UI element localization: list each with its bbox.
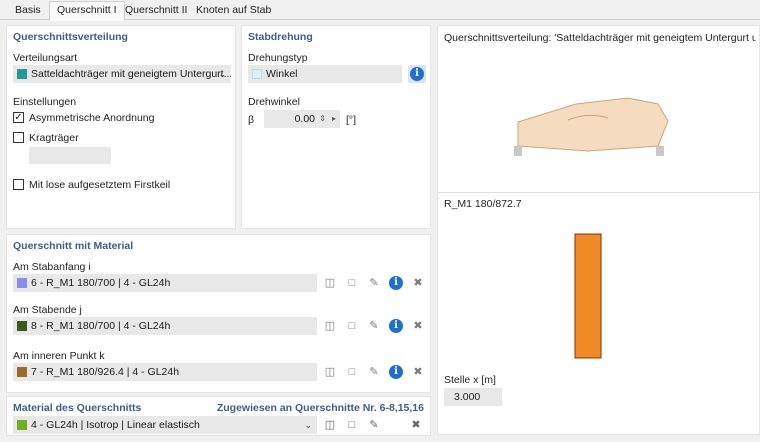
color-swatch — [17, 69, 27, 79]
drehwinkel-label: Drehwinkel — [248, 96, 300, 108]
tab-querschnitt-i[interactable]: Querschnitt I — [49, 1, 125, 21]
divider — [438, 192, 759, 193]
zugewiesen-label: Zugewiesen an Querschnitte Nr. 6-8,15,16 — [216, 402, 424, 414]
preview-panel: Querschnittsverteilung: 'Satteldachträge… — [437, 25, 760, 435]
section-value: 6 - R_M1 180/700 | 4 - GL24h — [31, 277, 171, 289]
tab-basis[interactable]: Basis — [8, 2, 48, 20]
book-icon: ◫ — [324, 419, 336, 431]
color-swatch — [252, 69, 262, 79]
library-button[interactable]: ◫ — [320, 274, 340, 292]
panel-stabdrehung: Stabdrehung Drehungstyp Winkel i Drehwin… — [241, 25, 431, 229]
panel-title: Querschnittsverteilung — [13, 31, 128, 43]
info-icon: i — [410, 67, 424, 81]
color-swatch — [17, 420, 27, 430]
section-select[interactable]: 8 - R_M1 180/700 | 4 - GL24h — [13, 317, 317, 335]
delete-icon: ✖ — [411, 419, 421, 431]
panel-material: Material des Querschnitts Zugewiesen an … — [6, 396, 431, 436]
drehwinkel-input[interactable]: 0.00 ⇕ ▸ — [264, 110, 340, 128]
color-swatch — [17, 321, 27, 331]
verteilungsart-value: Satteldachträger mit geneigtem Untergurt… — [31, 68, 231, 80]
beta-symbol: β — [248, 114, 255, 126]
tab-querschnitt-ii[interactable]: Querschnitt II — [118, 2, 194, 20]
drehungstyp-label: Drehungstyp — [248, 52, 308, 64]
section-rect — [574, 233, 602, 359]
chevron-down-icon: ⌄ — [304, 420, 312, 430]
delete-button[interactable]: ✖ — [408, 317, 428, 335]
verteilungsart-label: Verteilungsart — [13, 52, 78, 64]
delete-button[interactable]: ✖ — [408, 274, 428, 292]
info-button[interactable]: i — [386, 317, 406, 335]
preview-title: Querschnittsverteilung: 'Satteldachträge… — [444, 32, 756, 44]
section-select[interactable]: 7 - R_M1 180/926.4 | 4 - GL24h — [13, 363, 317, 381]
material-edit-button[interactable]: ✎ — [364, 416, 384, 434]
verteilungsart-select[interactable]: Satteldachträger mit geneigtem Untergurt… — [13, 65, 231, 83]
info-button[interactable]: i — [386, 274, 406, 292]
new-icon: □ — [348, 419, 356, 431]
stelle-input[interactable]: 3.000 — [444, 388, 502, 406]
cross-section-diagram — [574, 233, 602, 359]
firstkeil-label: Mit lose aufgesetztem Firstkeil — [29, 179, 171, 191]
panel-querschnitt-mit-material: Querschnitt mit Material Am Stabanfang i… — [6, 234, 431, 393]
new-section-button[interactable]: □ — [342, 363, 362, 381]
material-new-button[interactable]: □ — [342, 416, 362, 434]
stelle-label: Stelle x [m] — [444, 374, 496, 386]
kragtraeger-checkbox[interactable] — [13, 132, 24, 143]
color-swatch — [17, 367, 27, 377]
row-label: Am Stabanfang i — [13, 261, 91, 273]
material-library-button[interactable]: ◫ — [320, 416, 340, 434]
tab-knoten-auf-stab[interactable]: Knoten auf Stab — [189, 2, 278, 20]
info-button[interactable]: i — [386, 363, 406, 381]
spin-updown-icon[interactable]: ⇕ — [319, 110, 326, 128]
chevron-down-icon: ⌄ — [218, 69, 226, 79]
stelle-value: 3.000 — [454, 391, 481, 403]
library-button[interactable]: ◫ — [320, 317, 340, 335]
row-label: Am Stabende j — [13, 304, 82, 316]
library-button[interactable]: ◫ — [320, 363, 340, 381]
beam-shape — [517, 97, 669, 152]
drehwinkel-value: 0.00 — [294, 113, 315, 125]
drehungstyp-select[interactable]: Winkel — [248, 65, 402, 83]
support-left — [514, 146, 522, 156]
drehwinkel-unit: [°] — [346, 114, 357, 126]
edit-button[interactable]: ✎ — [364, 317, 384, 335]
edit-button[interactable]: ✎ — [364, 274, 384, 292]
material-delete-button[interactable]: ✖ — [406, 416, 426, 434]
kragtraeger-input — [29, 147, 111, 164]
section-value: 7 - R_M1 180/926.4 | 4 - GL24h — [31, 366, 180, 378]
color-swatch — [17, 278, 27, 288]
section-label: R_M1 180/872.7 — [444, 198, 522, 210]
panel-title: Querschnitt mit Material — [13, 240, 134, 252]
drehungstyp-value: Winkel — [266, 68, 298, 80]
drehungstyp-info-button[interactable]: i — [408, 65, 426, 83]
einstellungen-label: Einstellungen — [13, 96, 77, 108]
asym-label: Asymmetrische Anordnung — [29, 112, 155, 124]
panel-title: Material des Querschnitts — [13, 402, 142, 414]
beam-diagram — [514, 97, 669, 156]
edit-icon: ✎ — [369, 419, 379, 431]
section-select[interactable]: 6 - R_M1 180/700 | 4 - GL24h — [13, 274, 317, 292]
new-section-button[interactable]: □ — [342, 274, 362, 292]
new-section-button[interactable]: □ — [342, 317, 362, 335]
material-select[interactable]: 4 - GL24h | Isotrop | Linear elastisch ⌄ — [13, 416, 317, 434]
asym-checkbox[interactable]: ✓ — [13, 112, 24, 123]
section-value: 8 - R_M1 180/700 | 4 - GL24h — [31, 320, 171, 332]
row-label: Am inneren Punkt k — [13, 350, 105, 362]
edit-button[interactable]: ✎ — [364, 363, 384, 381]
spin-right-icon[interactable]: ▸ — [332, 110, 336, 128]
delete-button[interactable]: ✖ — [408, 363, 428, 381]
material-value: 4 - GL24h | Isotrop | Linear elastisch — [31, 419, 200, 431]
support-right — [656, 146, 664, 156]
firstkeil-checkbox[interactable] — [13, 179, 24, 190]
panel-querschnittsverteilung: Querschnittsverteilung Verteilungsart Sa… — [6, 25, 236, 229]
tab-bar: Basis Querschnitt I Querschnitt II Knote… — [0, 0, 760, 21]
kragtraeger-label: Kragträger — [29, 132, 79, 144]
panel-title: Stabdrehung — [248, 31, 313, 43]
